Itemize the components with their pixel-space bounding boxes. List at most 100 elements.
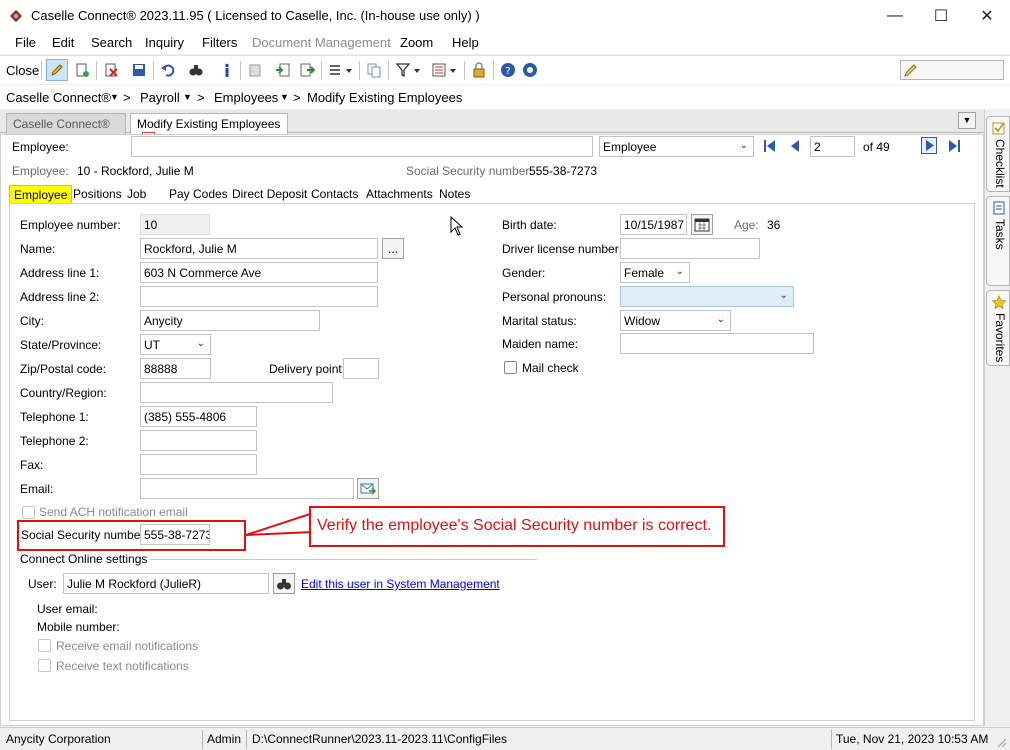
info-icon[interactable] [216, 59, 238, 81]
previous-record-icon[interactable] [788, 139, 802, 156]
tab-positions[interactable]: Positions [69, 185, 126, 204]
title-bar: Caselle Connect® 2023.11.95 ( Licensed t… [0, 0, 1010, 32]
mail-check-checkbox[interactable] [504, 361, 517, 374]
menu-zoom[interactable]: Zoom [400, 35, 433, 50]
tab-modify-existing-employees[interactable]: Modify Existing Employees✕ [130, 113, 288, 146]
driver-license-field[interactable] [620, 238, 760, 259]
tab-direct-deposit[interactable]: Direct Deposit [228, 185, 311, 204]
send-ach-label: Send ACH notification email [39, 505, 188, 519]
menu-help[interactable]: Help [452, 35, 479, 50]
tab-list-dropdown-button[interactable]: ▼ [958, 112, 976, 129]
binoculars-icon[interactable] [273, 573, 295, 594]
send-email-icon[interactable] [357, 478, 379, 499]
telephone1-field[interactable]: (385) 555-4806 [140, 406, 257, 427]
breadcrumb-payroll[interactable]: Payroll [140, 90, 180, 105]
support-icon[interactable] [519, 59, 541, 81]
binoculars-icon[interactable] [185, 59, 207, 81]
tab-contacts[interactable]: Contacts [307, 185, 362, 204]
status-divider [246, 730, 247, 749]
view-list-icon[interactable] [429, 59, 461, 81]
address1-field[interactable]: 603 N Commerce Ave [140, 262, 378, 283]
fax-field[interactable] [140, 454, 257, 475]
next-record-icon[interactable] [921, 137, 937, 154]
summary-ssn-value: 555-38-7273 [529, 164, 598, 178]
record-index-input[interactable]: 2 [810, 136, 855, 157]
status-divider [831, 730, 832, 749]
name-field[interactable]: Rockford, Julie M [140, 238, 378, 259]
gender-select[interactable]: Female ⌄ [620, 262, 690, 283]
receive-text-checkbox[interactable] [38, 659, 51, 672]
checklist-tab[interactable]: Checklist [986, 116, 1010, 192]
quick-entry-field[interactable] [900, 60, 1004, 80]
record-type-select[interactable]: Employee ⌄ [599, 136, 754, 157]
pronouns-select[interactable]: ⌄ [620, 286, 794, 307]
menu-filters[interactable]: Filters [202, 35, 237, 50]
edit-user-link[interactable]: Edit this user in System Management [301, 577, 500, 591]
birth-date-field[interactable]: 10/15/1987 [620, 214, 687, 235]
marital-status-select[interactable]: Widow ⌄ [620, 310, 731, 331]
send-ach-checkbox[interactable] [22, 506, 35, 519]
edit-pencil-icon[interactable] [46, 59, 68, 81]
chevron-down-icon[interactable]: ▼ [280, 92, 289, 102]
chevron-down-icon[interactable]: ▼ [183, 92, 192, 102]
user-field[interactable]: Julie M Rockford (JulieR) [63, 573, 269, 594]
delivery-point-field[interactable] [343, 358, 379, 379]
copy-icon[interactable] [363, 59, 385, 81]
tab-pay-codes[interactable]: Pay Codes [165, 185, 232, 204]
city-field[interactable]: Anycity [140, 310, 320, 331]
resize-grip-icon[interactable] [995, 736, 1007, 748]
last-record-icon[interactable] [947, 139, 961, 156]
mail-check-label: Mail check [522, 361, 579, 375]
breadcrumb-home[interactable]: Caselle Connect® [6, 90, 111, 105]
email-field[interactable] [140, 478, 354, 499]
name-details-button[interactable]: ... [382, 238, 404, 259]
menu-inquiry[interactable]: Inquiry [145, 35, 184, 50]
gender-value: Female [624, 266, 665, 280]
delete-icon[interactable] [100, 59, 122, 81]
address2-field[interactable] [140, 286, 378, 307]
ssn-field[interactable]: 555-38-7273 [140, 524, 210, 545]
undo-icon[interactable] [157, 59, 179, 81]
active-tasks-tab[interactable]: Active Tasks [986, 196, 1010, 286]
employee-number-field: 10 [140, 214, 210, 235]
import-icon[interactable] [272, 59, 294, 81]
caselle-logo-icon [8, 8, 24, 24]
summary-ssn-label: Social Security number: [406, 164, 533, 178]
employee-search-input[interactable] [131, 136, 593, 157]
country-label: Country/Region: [20, 386, 107, 400]
export-icon[interactable] [296, 59, 318, 81]
state-select[interactable]: UT ⌄ [140, 334, 211, 355]
menu-search[interactable]: Search [91, 35, 132, 50]
tab-caselle-connect[interactable]: Caselle Connect® [6, 113, 126, 134]
lock-icon[interactable] [468, 59, 490, 81]
receive-email-checkbox[interactable] [38, 639, 51, 652]
tab-attachments[interactable]: Attachments [362, 185, 437, 204]
first-record-icon[interactable] [763, 139, 777, 156]
favorites-tab[interactable]: Favorites [986, 290, 1010, 366]
menu-document-management[interactable]: Document Management [252, 35, 391, 50]
maiden-name-field[interactable] [620, 333, 814, 354]
maximize-button[interactable]: ☐ [918, 0, 964, 32]
minimize-button[interactable]: — [872, 0, 918, 32]
tab-employee[interactable]: Employee [9, 185, 73, 204]
chevron-down-icon[interactable]: ▼ [110, 92, 119, 102]
filter-icon[interactable] [393, 59, 425, 81]
calendar-icon[interactable] [691, 214, 713, 235]
paste-icon[interactable] [244, 59, 266, 81]
new-document-icon[interactable] [71, 59, 93, 81]
zip-field[interactable]: 88888 [140, 358, 211, 379]
help-icon[interactable]: ? [497, 59, 519, 81]
tab-label: Modify Existing Employees [137, 117, 281, 131]
tab-notes[interactable]: Notes [435, 185, 474, 204]
close-button[interactable]: Close [6, 63, 39, 78]
menu-file[interactable]: File [15, 35, 36, 50]
country-field[interactable] [140, 382, 333, 403]
toolbar-separator [153, 61, 154, 80]
list-sort-icon[interactable] [326, 59, 356, 81]
breadcrumb-employees[interactable]: Employees [214, 90, 278, 105]
tab-job[interactable]: Job [123, 185, 150, 204]
menu-edit[interactable]: Edit [52, 35, 74, 50]
save-icon[interactable] [128, 59, 150, 81]
telephone2-field[interactable] [140, 430, 257, 451]
close-window-button[interactable]: ✕ [964, 0, 1010, 32]
